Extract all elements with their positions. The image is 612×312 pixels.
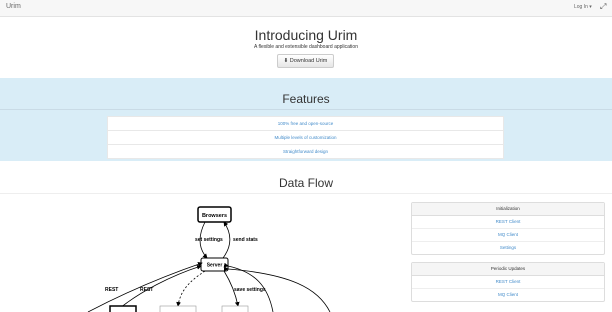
- download-label: Download Urim: [289, 58, 328, 64]
- set-settings-label: set settings: [195, 237, 223, 243]
- features-divider: [0, 109, 612, 110]
- expand-icon[interactable]: ⤢: [600, 2, 606, 12]
- hero-subtitle: A flexible and extensible dashboard appl…: [254, 44, 358, 50]
- browsers-label: Browsers: [202, 213, 227, 219]
- save-settings-label: save settings: [234, 287, 266, 293]
- send-stats-label: send stats: [233, 237, 258, 243]
- panel-heading: Periodic Updates: [412, 263, 604, 276]
- panel-item-rest-client[interactable]: REST Client: [412, 276, 604, 289]
- feature-item: Straightforward design: [107, 145, 504, 159]
- panel-item-mq-client[interactable]: MQ Client: [412, 229, 604, 242]
- bottom-node-3: [221, 305, 249, 312]
- features-list: 100% free and open-source Multiple level…: [107, 116, 504, 159]
- bottom-node-1: [109, 305, 137, 312]
- panel-item-mq-client[interactable]: MQ Client: [412, 289, 604, 301]
- panel-item-settings[interactable]: Settings: [412, 242, 604, 254]
- features-title: Features: [282, 92, 330, 106]
- rest-label-1: REST: [105, 287, 118, 293]
- edge-rest-1: [119, 264, 202, 309]
- login-dropdown[interactable]: Log In ▾: [574, 4, 592, 10]
- download-button[interactable]: ⬇ Download Urim: [277, 54, 334, 68]
- server-label: Server: [207, 263, 223, 269]
- dataflow-title: Data Flow: [278, 176, 334, 190]
- feature-item: 100% free and open-source: [107, 116, 504, 131]
- edge-dashed: [176, 270, 206, 307]
- rest-label-2: REST: [140, 287, 153, 293]
- periodic-updates-panel: Periodic Updates REST Client MQ Client: [411, 262, 605, 302]
- navbar: Urim Log In ▾ ⤢: [0, 0, 612, 17]
- hero-title: Introducing Urim: [254, 27, 358, 43]
- download-icon: ⬇: [283, 58, 289, 64]
- feature-item: Multiple levels of customization: [107, 131, 504, 145]
- panel-item-rest-client[interactable]: REST Client: [412, 216, 604, 229]
- edge-send-stats: [222, 221, 231, 259]
- bottom-node-2: [159, 305, 197, 312]
- initialization-panel: Initialization REST Client MQ Client Set…: [411, 202, 605, 255]
- brand-link[interactable]: Urim: [6, 3, 21, 10]
- dataflow-diagram: Browsers Server set settings send stats …: [87, 206, 331, 312]
- panel-heading: Initialization: [412, 203, 604, 216]
